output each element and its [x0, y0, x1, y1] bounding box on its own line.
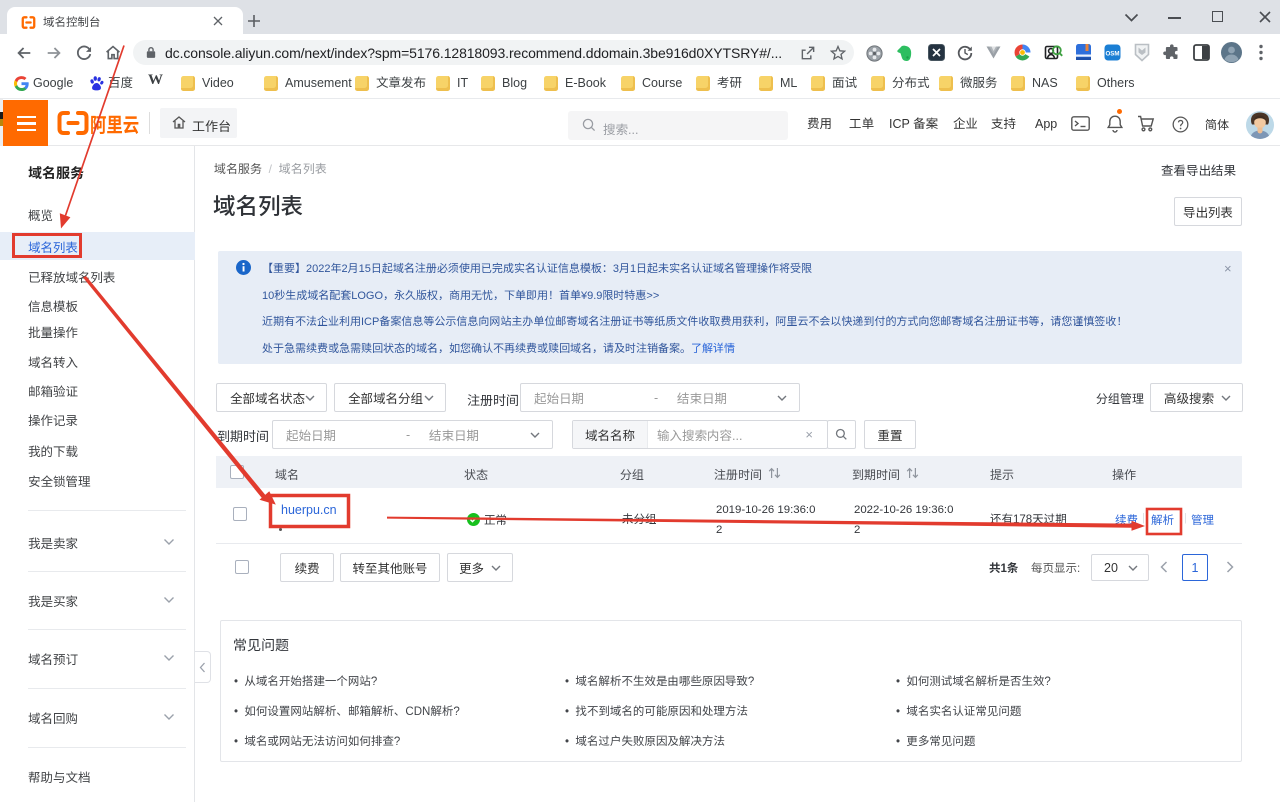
- svg-text:OSM: OSM: [1105, 50, 1119, 57]
